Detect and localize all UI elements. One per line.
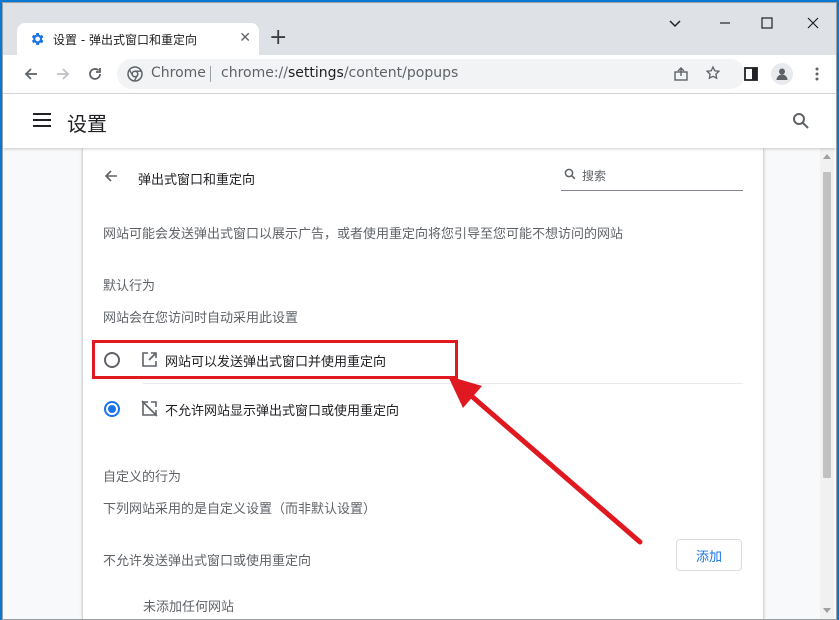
omnibox-label: Chrome — [151, 65, 206, 81]
maximize-icon[interactable] — [747, 11, 787, 35]
default-behavior-description: 网站会在您访问时自动采用此设置 — [103, 311, 299, 326]
add-site-button[interactable]: 添加 — [676, 539, 742, 571]
tab-title: 设置 - 弹出式窗口和重定向 — [53, 33, 197, 47]
forward-icon[interactable] — [53, 64, 73, 84]
page-description: 网站可能会发送弹出式窗口以展示广告，或者使用重定向将您引导至您可能不想访问的网站 — [103, 227, 624, 242]
search-placeholder: 搜索 — [582, 169, 607, 183]
page-title: 设置 — [67, 112, 107, 136]
subpage-title: 弹出式窗口和重定向 — [138, 173, 256, 188]
scrollbar[interactable] — [820, 148, 834, 619]
reload-icon[interactable] — [85, 64, 105, 84]
browser-window: 设置 - 弹出式窗口和重定向 ✕ + Chrome chrome://setti… — [2, 2, 837, 620]
address-bar[interactable]: Chrome chrome://settings/content/popups — [117, 59, 745, 89]
close-window-icon[interactable] — [793, 11, 833, 35]
chrome-icon — [127, 66, 143, 82]
minimize-icon[interactable] — [705, 11, 745, 35]
custom-behavior-heading: 自定义的行为 — [103, 470, 182, 485]
url-text: chrome://settings/content/popups — [221, 65, 459, 81]
side-panel-icon[interactable] — [741, 64, 761, 84]
empty-list-label: 未添加任何网站 — [143, 600, 235, 615]
tab-search-icon[interactable] — [655, 11, 695, 35]
tab-settings-popups[interactable]: 设置 - 弹出式窗口和重定向 ✕ — [17, 23, 259, 55]
default-behavior-heading: 默认行为 — [103, 279, 156, 294]
block-list-label: 不允许发送弹出式窗口或使用重定向 — [103, 554, 312, 569]
scroll-down-icon[interactable] — [823, 608, 831, 613]
back-arrow-icon[interactable] — [103, 168, 119, 184]
back-icon[interactable] — [21, 64, 41, 84]
profile-avatar-icon[interactable] — [771, 63, 793, 85]
search-icon[interactable] — [792, 112, 810, 130]
settings-header: 设置 — [3, 94, 836, 148]
custom-behavior-description: 下列网站采用的是自定义设置（而非默认设置） — [103, 502, 377, 517]
annotation-highlight-box — [92, 340, 458, 379]
tab-close-icon[interactable]: ✕ — [239, 30, 251, 46]
gear-icon — [31, 33, 44, 45]
search-field-icon — [564, 168, 576, 180]
popup-blocked-icon — [141, 400, 158, 417]
more-menu-icon[interactable] — [807, 64, 827, 84]
scroll-up-icon[interactable] — [823, 154, 831, 159]
scrollbar-thumb[interactable] — [823, 172, 831, 478]
bookmark-star-icon[interactable] — [705, 65, 721, 81]
settings-search-field[interactable]: 搜索 — [561, 164, 743, 191]
new-tab-icon[interactable]: + — [269, 27, 287, 49]
block-popups-radio[interactable] — [104, 401, 120, 417]
share-icon[interactable] — [673, 66, 689, 82]
block-popups-label: 不允许网站显示弹出式窗口或使用重定向 — [165, 404, 400, 419]
omnibox-separator — [210, 66, 211, 82]
menu-icon[interactable] — [33, 113, 51, 127]
popups-settings-card: 弹出式窗口和重定向 搜索 网站可能会发送弹出式窗口以展示广告，或者使用重定向将您… — [83, 148, 763, 619]
settings-content: 弹出式窗口和重定向 搜索 网站可能会发送弹出式窗口以展示广告，或者使用重定向将您… — [3, 148, 836, 619]
block-popups-option[interactable]: 不允许网站显示弹出式窗口或使用重定向 — [83, 387, 763, 431]
tab-strip: 设置 - 弹出式窗口和重定向 ✕ + — [3, 3, 836, 55]
option-divider — [143, 383, 743, 384]
browser-toolbar: Chrome chrome://settings/content/popups — [3, 55, 836, 94]
